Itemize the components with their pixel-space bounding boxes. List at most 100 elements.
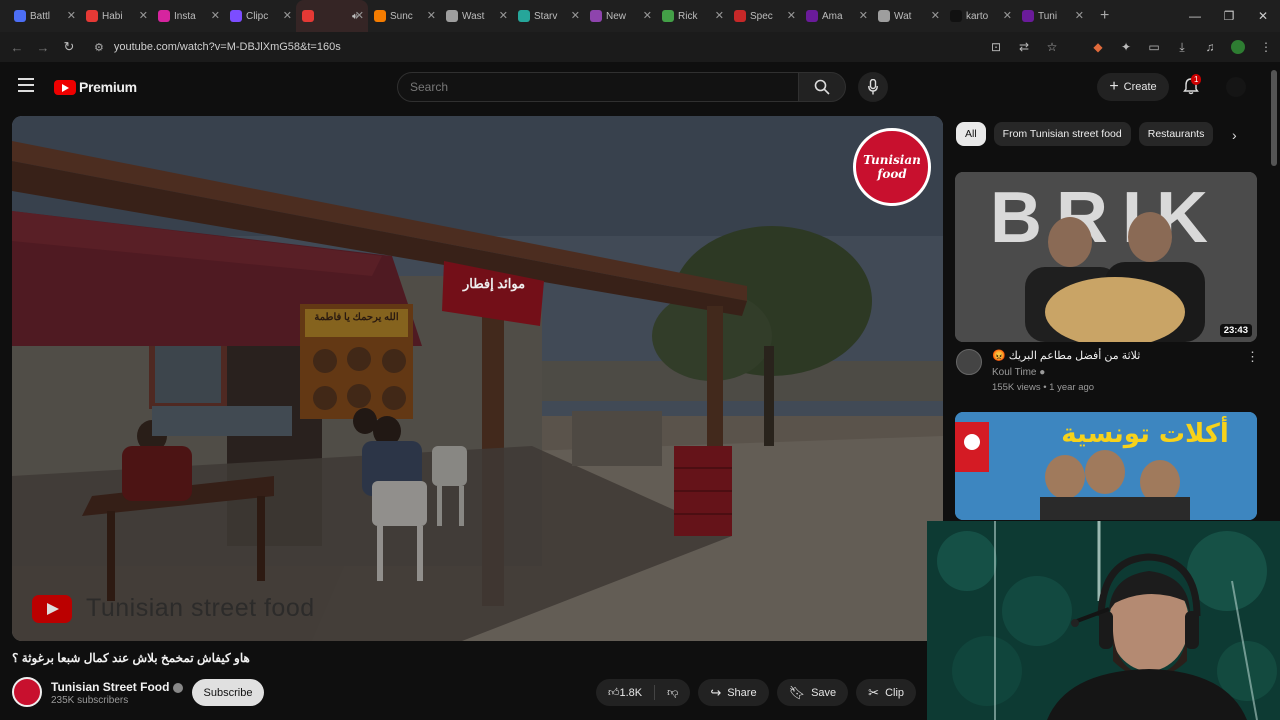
tab-close-icon[interactable]: ✕ bbox=[1075, 9, 1084, 22]
browser-tab[interactable]: Wast ✕ bbox=[440, 0, 512, 32]
share-button[interactable]: ↪ Share bbox=[698, 679, 769, 706]
restore-icon[interactable]: ❐ bbox=[1212, 0, 1246, 32]
youtube-logo[interactable]: Premium bbox=[54, 79, 137, 95]
url-text[interactable]: youtube.com/watch?v=M-DBJlXmG58&t=160s bbox=[114, 41, 341, 53]
recommendation-thumbnail[interactable]: أكلات تونسية bbox=[955, 412, 1257, 520]
translate-icon[interactable]: ⇄ bbox=[1010, 40, 1038, 54]
chip-all[interactable]: All bbox=[956, 122, 986, 146]
install-app-icon[interactable]: ⊡ bbox=[982, 40, 1010, 54]
close-window-icon[interactable]: ✕ bbox=[1246, 0, 1280, 32]
clip-button[interactable]: ✂ Clip bbox=[856, 679, 917, 706]
create-button[interactable]: + Create bbox=[1097, 73, 1169, 101]
new-tab-button[interactable]: + bbox=[1100, 7, 1109, 25]
extension-icon[interactable]: ◆ bbox=[1084, 40, 1112, 54]
media-controls-icon[interactable]: ♫ bbox=[1196, 40, 1224, 54]
browser-tab[interactable]: Wat ✕ bbox=[872, 0, 944, 32]
browser-tab[interactable]: Rick ✕ bbox=[656, 0, 728, 32]
create-label: Create bbox=[1123, 81, 1157, 93]
browser-tab[interactable]: Habi ✕ bbox=[80, 0, 152, 32]
tab-close-icon[interactable]: ✕ bbox=[283, 9, 292, 22]
browser-tab[interactable]: Insta ✕ bbox=[152, 0, 224, 32]
browser-tab[interactable]: Tuni ✕ bbox=[1016, 0, 1088, 32]
tab-favicon-icon bbox=[1022, 10, 1034, 22]
save-button[interactable]: 🔖︎ Save bbox=[776, 679, 849, 706]
tab-favicon-icon bbox=[374, 10, 386, 22]
tab-close-icon[interactable]: ✕ bbox=[355, 9, 364, 22]
reload-icon[interactable]: ↻ bbox=[56, 39, 82, 55]
split-view-icon[interactable]: ▭ bbox=[1140, 40, 1168, 54]
browser-tab[interactable]: Spec ✕ bbox=[728, 0, 800, 32]
tab-label: Wat bbox=[894, 10, 912, 22]
browser-menu-icon[interactable]: ⋮ bbox=[1252, 40, 1280, 54]
recommendation-channel[interactable]: Koul Time ● bbox=[992, 367, 1045, 378]
chevron-right-icon[interactable]: › bbox=[1232, 127, 1237, 143]
microphone-icon bbox=[868, 79, 878, 95]
tab-favicon-icon bbox=[878, 10, 890, 22]
notifications-button[interactable]: 1 bbox=[1182, 74, 1202, 97]
menu-icon[interactable] bbox=[18, 78, 34, 96]
chip-from-channel[interactable]: From Tunisian street food bbox=[993, 122, 1131, 146]
forward-icon[interactable]: → bbox=[30, 40, 56, 55]
search-input[interactable] bbox=[410, 80, 798, 94]
tab-close-icon[interactable]: ✕ bbox=[499, 9, 508, 22]
subscribe-button[interactable]: Subscribe bbox=[192, 679, 264, 706]
address-bar: ← → ↻ ⚙ youtube.com/watch?v=M-DBJlXmG58&… bbox=[0, 32, 1280, 62]
tab-close-icon[interactable]: ✕ bbox=[571, 9, 580, 22]
tab-close-icon[interactable]: ✕ bbox=[787, 9, 796, 22]
tab-close-icon[interactable]: ✕ bbox=[643, 9, 652, 22]
recommendation-title[interactable]: ثلاثة من أفضل مطاعم البريك 😡 bbox=[992, 349, 1232, 362]
tab-label: Ama bbox=[822, 10, 843, 22]
search-button[interactable] bbox=[798, 72, 846, 102]
browser-tab[interactable]: Starv ✕ bbox=[512, 0, 584, 32]
more-options-icon[interactable]: ⋮ bbox=[1246, 349, 1259, 365]
browser-tab[interactable]: Battl ✕ bbox=[8, 0, 80, 32]
voice-search-button[interactable] bbox=[858, 72, 888, 102]
youtube-header: Premium + Create 1 bbox=[0, 62, 1280, 112]
channel-name[interactable]: Tunisian Street Food bbox=[51, 680, 184, 694]
browser-tab[interactable]: 🔊︎ ✕ bbox=[296, 0, 368, 32]
tab-label: Habi bbox=[102, 10, 123, 22]
recommendation-channel-avatar[interactable] bbox=[956, 349, 982, 375]
omnibox[interactable]: ⚙ youtube.com/watch?v=M-DBJlXmG58&t=160s bbox=[88, 35, 1088, 59]
tab-close-icon[interactable]: ✕ bbox=[67, 9, 76, 22]
extensions-puzzle-icon[interactable]: ✦ bbox=[1112, 40, 1140, 54]
browser-tab[interactable]: New ✕ bbox=[584, 0, 656, 32]
search-box[interactable] bbox=[397, 72, 799, 102]
channel-name-text[interactable]: Tunisian Street Food bbox=[51, 680, 169, 694]
download-icon[interactable]: ⤓ bbox=[1168, 40, 1196, 55]
tab-close-icon[interactable]: ✕ bbox=[211, 9, 220, 22]
video-title: هاو كيفاش تمخمخ بلاش عند كمال شبعا برغوث… bbox=[12, 651, 250, 665]
duration-badge: 23:43 bbox=[1219, 324, 1252, 337]
browser-tab-strip: Battl ✕ Habi ✕ Insta ✕ Clipc ✕ 🔊︎ ✕ Sunc ✕ Wast ✕ Star… bbox=[0, 0, 1280, 32]
tab-close-icon[interactable]: ✕ bbox=[1003, 9, 1012, 22]
video-player[interactable]: Tunisian food موائد إفطار الله يرحمك يا ف… bbox=[12, 116, 943, 641]
page-scrollbar[interactable] bbox=[1271, 70, 1277, 166]
dislike-button[interactable]: 👎︎ bbox=[655, 679, 690, 706]
browser-tab[interactable]: Sunc ✕ bbox=[368, 0, 440, 32]
minimize-icon[interactable]: — bbox=[1178, 0, 1212, 32]
profile-avatar[interactable] bbox=[1231, 40, 1245, 54]
browser-tab[interactable]: Clipc ✕ bbox=[224, 0, 296, 32]
tab-favicon-icon bbox=[518, 10, 530, 22]
like-button[interactable]: 👍︎ 1.8K bbox=[596, 679, 654, 706]
back-icon[interactable]: ← bbox=[4, 40, 30, 55]
brand-label: Premium bbox=[79, 79, 137, 95]
like-count: 1.8K bbox=[619, 686, 643, 699]
window-controls: — ❐ ✕ bbox=[1178, 0, 1280, 32]
tab-favicon-icon bbox=[446, 10, 458, 22]
tab-close-icon[interactable]: ✕ bbox=[715, 9, 724, 22]
site-info-icon[interactable]: ⚙ bbox=[94, 41, 104, 54]
account-avatar[interactable] bbox=[1226, 77, 1246, 97]
recommendation-channel-name[interactable]: Koul Time bbox=[992, 367, 1036, 378]
tab-close-icon[interactable]: ✕ bbox=[139, 9, 148, 22]
bookmark-star-icon[interactable]: ☆ bbox=[1038, 40, 1066, 54]
browser-tab[interactable]: Ama ✕ bbox=[800, 0, 872, 32]
tab-close-icon[interactable]: ✕ bbox=[859, 9, 868, 22]
youtube-play-icon bbox=[54, 79, 76, 95]
channel-avatar[interactable] bbox=[12, 677, 42, 707]
browser-tab[interactable]: karto ✕ bbox=[944, 0, 1016, 32]
chip-restaurants[interactable]: Restaurants bbox=[1138, 122, 1214, 146]
tab-close-icon[interactable]: ✕ bbox=[931, 9, 940, 22]
tab-close-icon[interactable]: ✕ bbox=[427, 9, 436, 22]
recommendation-thumbnail[interactable]: BRIK 23:43 bbox=[955, 172, 1257, 342]
